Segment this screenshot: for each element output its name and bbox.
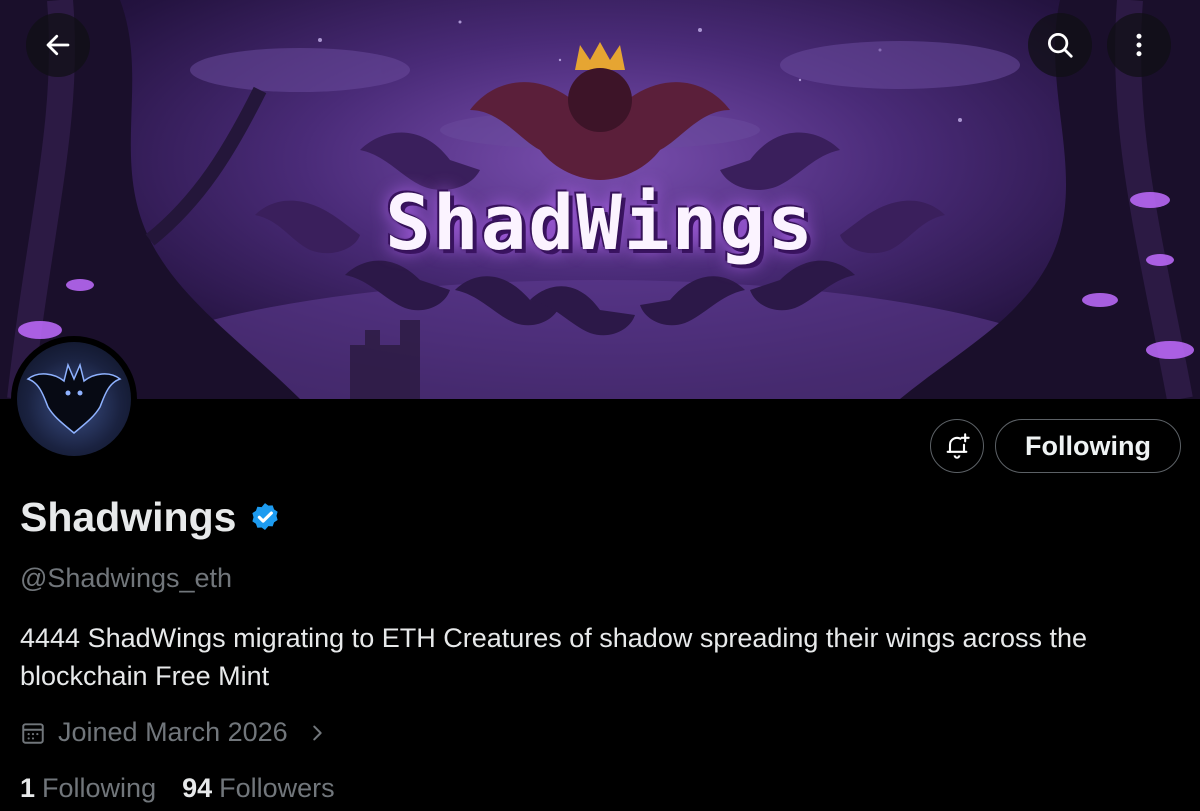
joined-date: Joined March 2026 [58,717,288,747]
following-button[interactable]: Following [995,419,1181,473]
more-vertical-icon [1136,33,1142,57]
followers-stat[interactable]: 94 Followers [182,773,335,804]
bat-avatar-icon [26,362,122,434]
followers-count: 94 [182,773,213,803]
back-arrow-icon [46,34,70,56]
handle: @Shadwings_eth [20,563,233,593]
chevron-right-icon[interactable] [306,720,328,746]
name-row: Shadwings [20,494,282,541]
followers-label: Followers [219,773,335,803]
bio: 4444 ShadWings migrating to ETH Creature… [20,623,1088,691]
banner-title: ShadWings [385,178,815,267]
verified-badge[interactable] [248,501,282,535]
stats-row: 1 Following 94 Followers [20,773,361,804]
following-label: Following [42,773,157,803]
calendar-icon [20,720,46,746]
avatar-image [17,342,131,456]
search-icon [1048,33,1073,58]
bell-plus-icon [946,433,970,459]
avatar[interactable] [11,336,137,462]
display-name: Shadwings [20,494,237,540]
following-stat[interactable]: 1 Following [20,773,156,804]
notifications-button[interactable] [930,419,984,473]
more-button[interactable] [1107,13,1171,77]
verified-badge-icon [252,502,279,530]
search-button[interactable] [1028,13,1092,77]
joined-row[interactable]: Joined March 2026 [20,717,328,748]
following-count: 1 [20,773,36,803]
back-button[interactable] [26,13,90,77]
profile-banner[interactable]: ShadWings [0,0,1200,399]
